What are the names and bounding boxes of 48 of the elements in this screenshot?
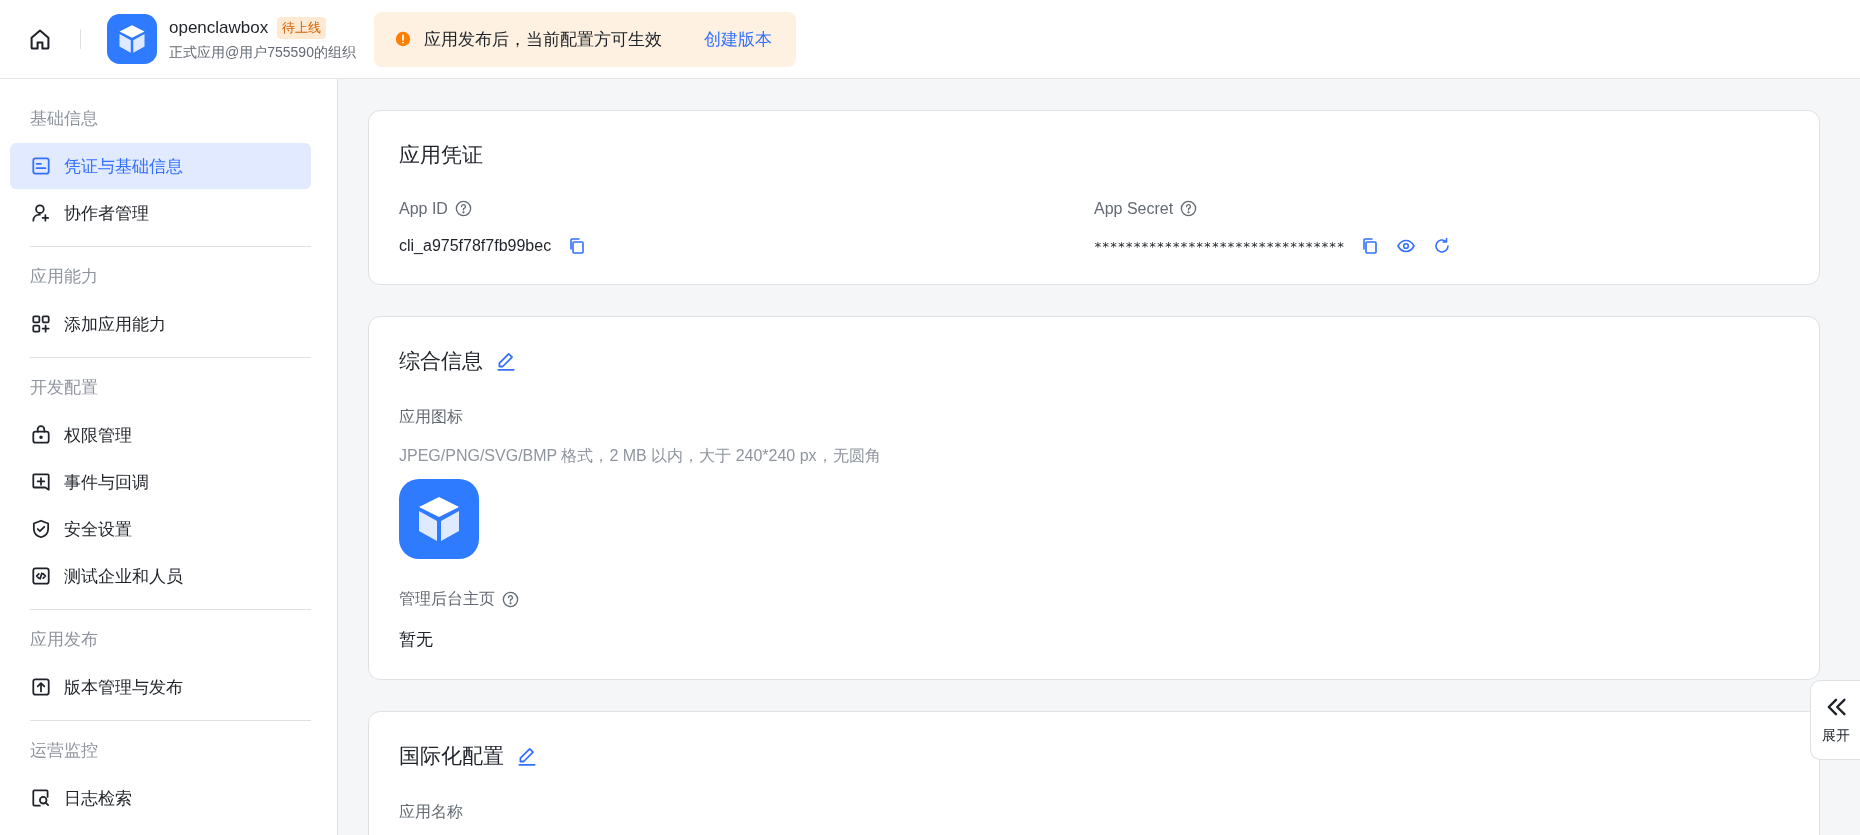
card-title: 综合信息 xyxy=(399,348,483,374)
section-title: 应用能力 xyxy=(29,266,99,288)
field-label: 应用图标 xyxy=(399,407,464,427)
sidebar-item[interactable]: 日志检索 xyxy=(10,775,311,821)
card-icon xyxy=(30,155,52,177)
field-label: App Secret xyxy=(1094,199,1174,218)
edit-icon[interactable] xyxy=(516,745,538,767)
sidebar-item[interactable]: 权限管理 xyxy=(10,412,311,458)
shield-check-icon xyxy=(30,518,52,540)
code-icon xyxy=(30,565,52,587)
help-icon[interactable] xyxy=(453,199,473,218)
status-tag: 待上线 xyxy=(277,16,327,39)
masked-secret: ******************************** xyxy=(1094,238,1345,254)
app-cube-icon[interactable] xyxy=(399,479,479,559)
field-label: 应用名称 xyxy=(399,802,464,822)
upload-icon xyxy=(30,676,52,698)
create-version-link[interactable]: 创建版本 xyxy=(703,27,772,51)
field-label: 管理后台主页 xyxy=(399,589,495,609)
field-value: 暂无 xyxy=(399,629,434,651)
upload-hint: JPEG/PNG/SVG/BMP 格式，2 MB 以内，大于 240*240 px，无圆角 xyxy=(399,446,882,466)
sidebar-item[interactable]: 协作者管理 xyxy=(10,190,311,236)
expand-button[interactable]: 展开 xyxy=(1810,680,1860,760)
sidebar-item[interactable]: 测试企业和人员 xyxy=(10,553,311,599)
notice-text: 应用发布后，当前配置方可生效 xyxy=(423,28,662,51)
app-name: openclawbox xyxy=(169,17,269,38)
section-title: 应用发布 xyxy=(29,629,99,651)
sidebar-item[interactable]: 安全设置 xyxy=(10,506,311,552)
home-icon[interactable] xyxy=(28,27,52,51)
card-title: 应用凭证 xyxy=(399,142,484,168)
field-label: App ID xyxy=(399,199,448,218)
app-id-value: cli_a975f78f7fb99bec xyxy=(399,237,552,255)
section-title: 基础信息 xyxy=(29,108,99,130)
section-title: 开发配置 xyxy=(29,377,99,399)
sidebar-item[interactable]: 添加应用能力 xyxy=(10,301,311,347)
card-title: 国际化配置 xyxy=(399,743,504,769)
help-icon[interactable] xyxy=(501,590,520,609)
app-cube-icon xyxy=(107,14,157,64)
sidebar-item[interactable]: 事件与回调 xyxy=(10,459,311,505)
help-icon[interactable] xyxy=(1179,199,1199,218)
search-doc-icon xyxy=(30,787,52,809)
grid-plus-icon xyxy=(30,313,52,335)
edit-icon[interactable] xyxy=(495,350,517,372)
user-add-icon xyxy=(30,202,52,224)
sidebar-item[interactable]: 凭证与基础信息 xyxy=(10,143,311,189)
organization-name: 正式应用@用户755590的组织 xyxy=(169,43,356,62)
warning-icon xyxy=(393,30,412,48)
section-title: 运营监控 xyxy=(29,740,99,762)
sidebar-item[interactable]: 版本管理与发布 xyxy=(10,664,311,710)
